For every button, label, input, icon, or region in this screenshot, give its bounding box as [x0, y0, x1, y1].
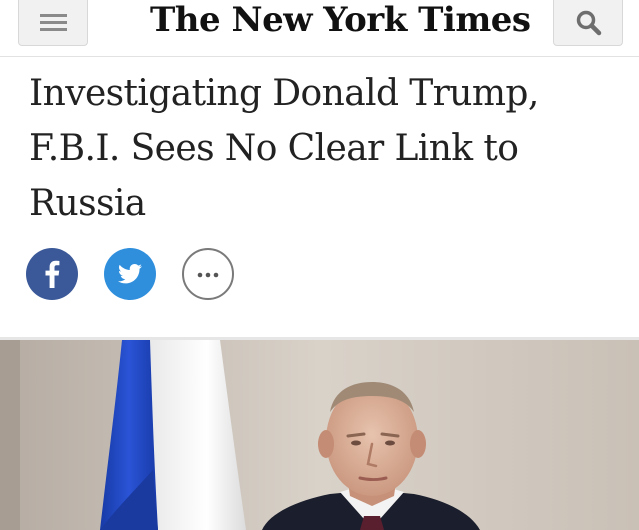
site-header: The New York Times — [0, 0, 639, 57]
search-icon — [576, 10, 602, 36]
search-button[interactable] — [553, 0, 623, 46]
hamburger-menu-icon-bar — [40, 21, 67, 24]
hamburger-menu-icon — [40, 14, 67, 17]
twitter-icon — [118, 264, 142, 284]
article-headline: Investigating Donald Trump, F.B.I. Sees … — [29, 66, 619, 231]
headline-line: F.B.I. Sees No Clear Link to — [29, 128, 519, 169]
more-options-icon — [197, 272, 219, 278]
headline-line: Russia — [29, 183, 146, 224]
menu-button[interactable] — [18, 0, 88, 46]
article-photo-illustration — [0, 340, 639, 530]
hamburger-menu-icon-bar — [40, 28, 67, 31]
facebook-icon — [45, 260, 60, 288]
headline-line: Investigating Donald Trump, — [29, 73, 539, 114]
share-facebook-button[interactable] — [26, 248, 78, 300]
share-more-button[interactable] — [182, 248, 234, 300]
share-twitter-button[interactable] — [104, 248, 156, 300]
site-logo[interactable]: The New York Times — [150, 0, 531, 46]
lead-photo — [0, 340, 639, 530]
